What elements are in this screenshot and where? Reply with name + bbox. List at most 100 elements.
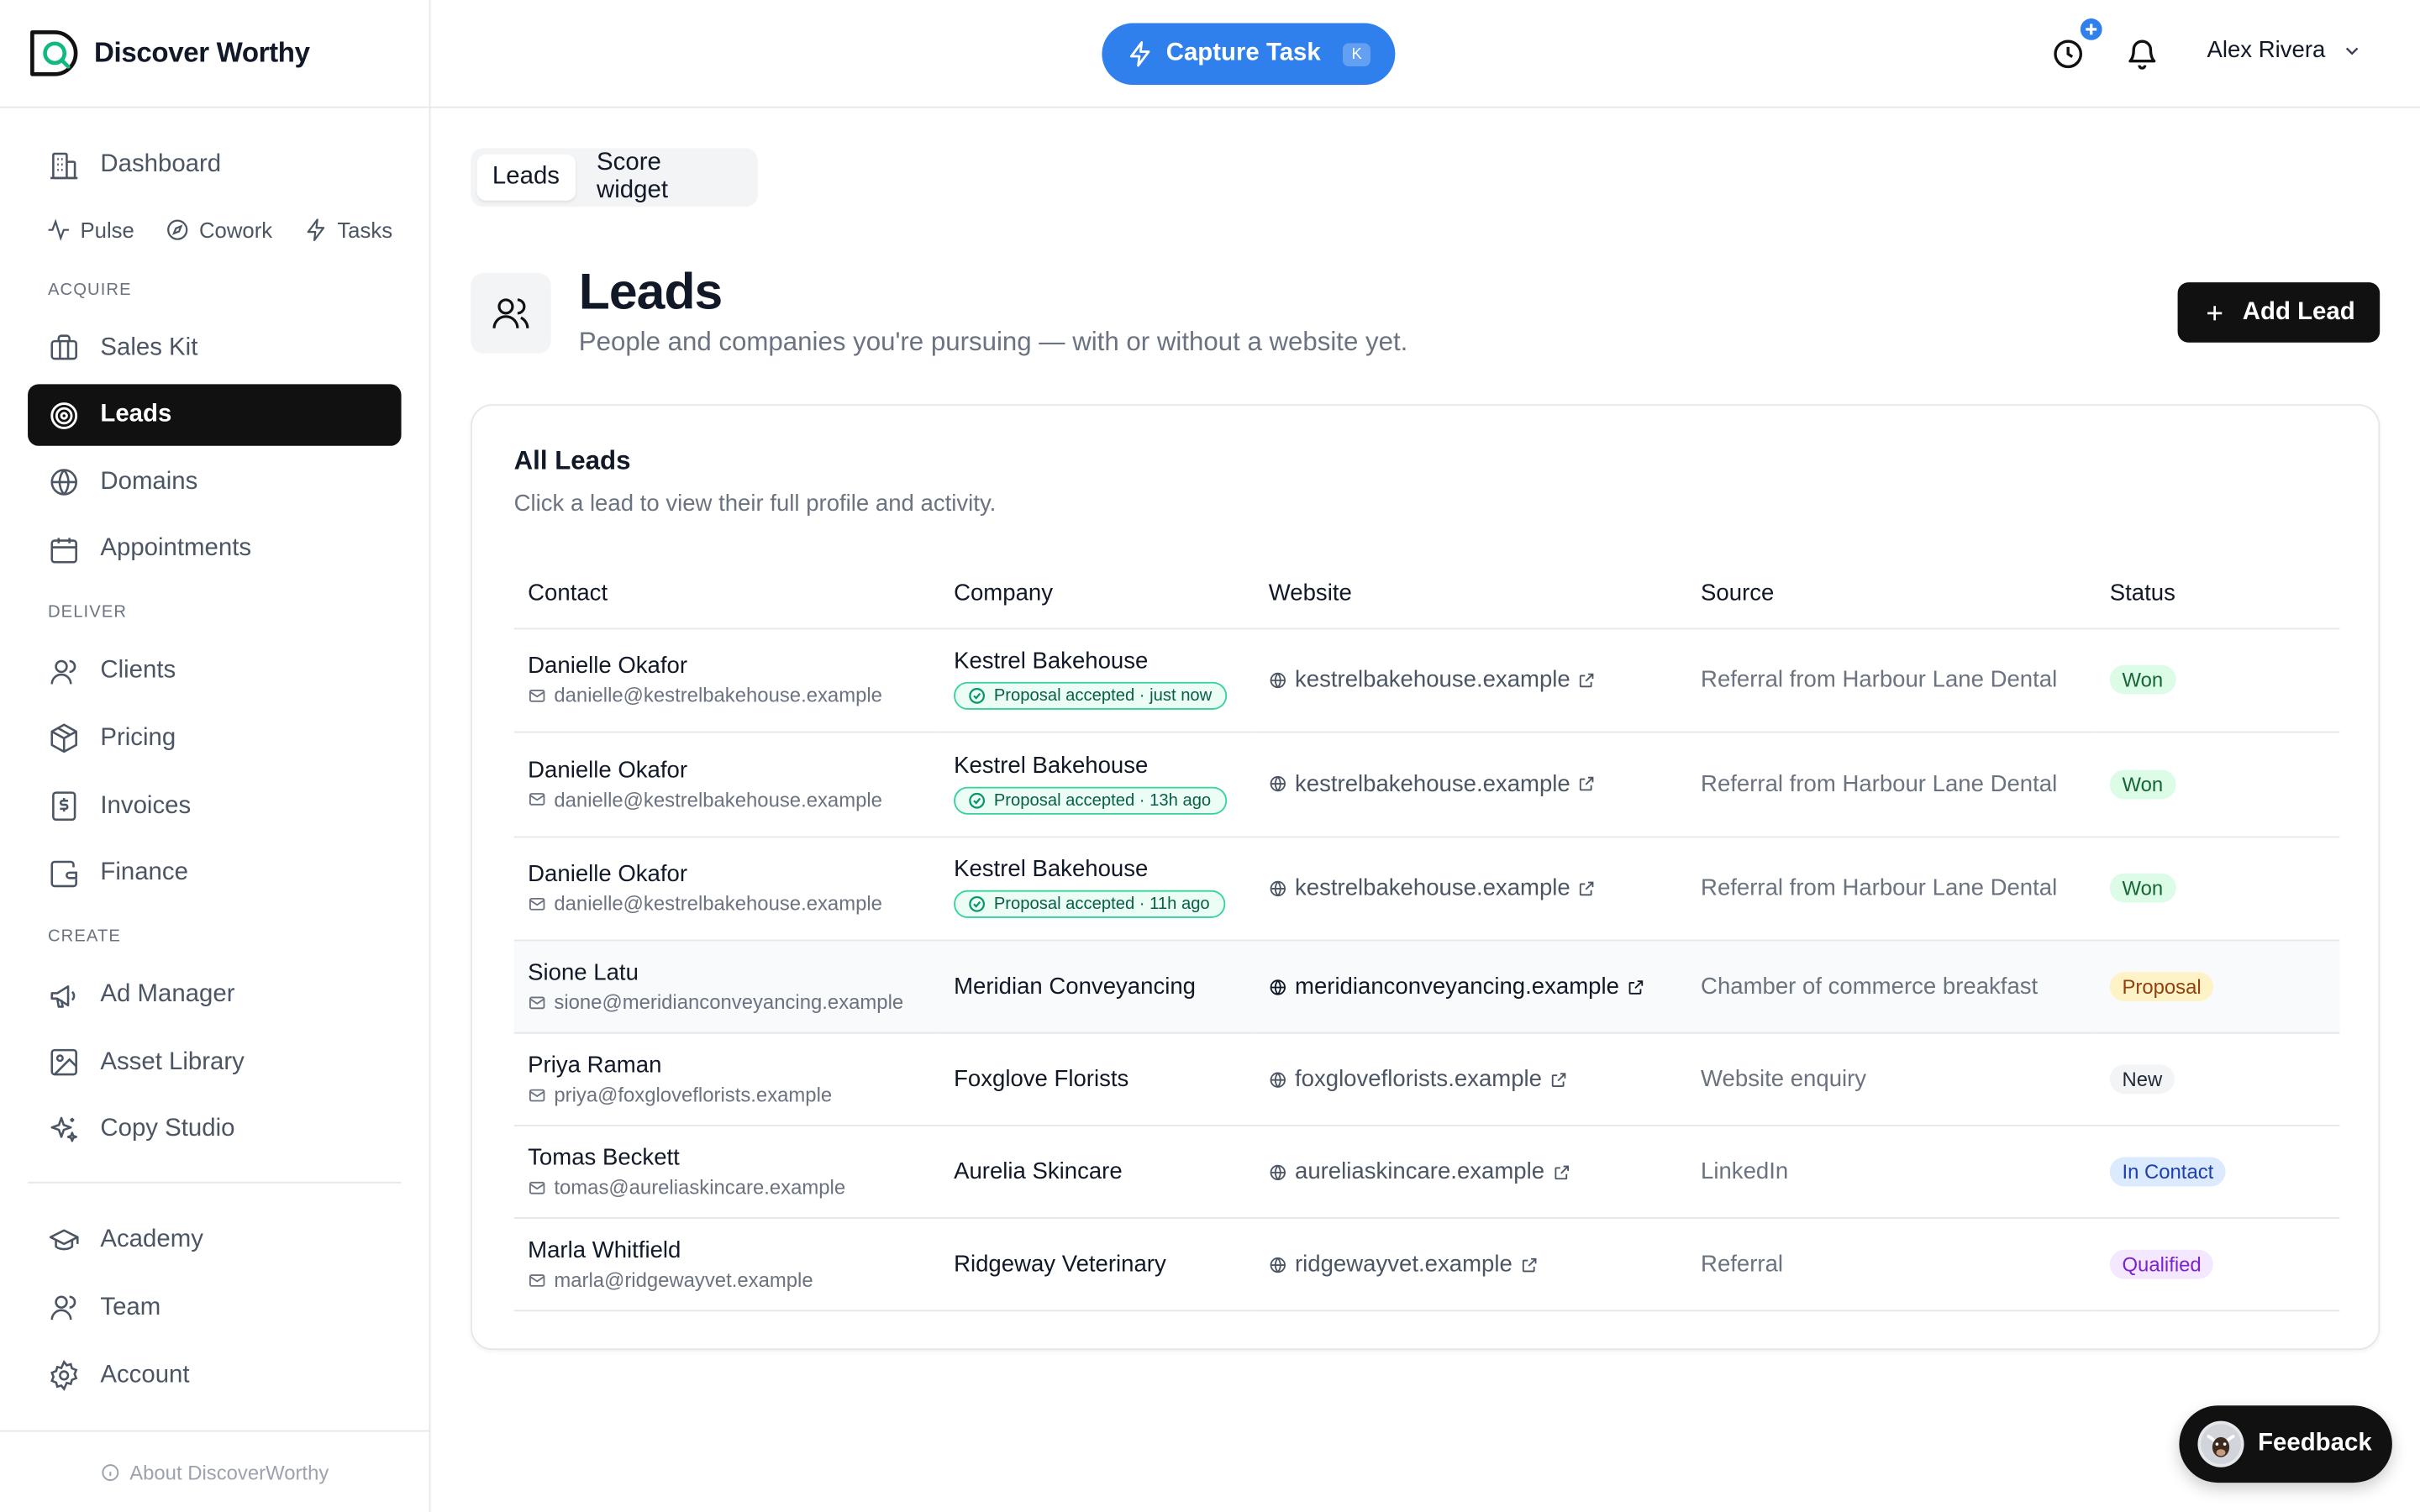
contact-cell: Priya Raman priya@foxgloveflorists.exampl… <box>513 1032 940 1126</box>
website-text: foxgloveflorists.example <box>1294 1066 1543 1093</box>
sidebar-item-pricing[interactable]: Pricing <box>28 708 401 769</box>
table-body: Danielle Okafor danielle@kestrelbakehouse… <box>513 627 2340 1312</box>
contact-email: sione@meridianconveyancing.example <box>528 990 939 1014</box>
table-row[interactable]: Sione Latu sione@meridianconveyancing.exa… <box>513 940 2340 1034</box>
contact-name: Tomas Beckett <box>528 1144 680 1172</box>
brand-logo-icon <box>30 30 78 76</box>
website-cell: kestrelbakehouse.example <box>1255 836 1687 942</box>
status-badge: Proposal <box>2109 972 2214 1002</box>
sidebar-item-clients[interactable]: Clients <box>28 641 401 702</box>
brand[interactable]: Discover Worthy <box>0 0 429 108</box>
source-cell: Website enquiry <box>1686 1032 2096 1126</box>
user-menu[interactable]: Alex Rivera <box>2207 37 2362 63</box>
company-name: Kestrel Bakehouse <box>954 856 1149 884</box>
pulse-icon <box>48 218 70 241</box>
source-text: Referral from Harbour Lane Dental <box>1701 770 2058 798</box>
briefcase-icon <box>50 334 77 360</box>
sidebar-item-team[interactable]: Team <box>28 1278 401 1339</box>
status-badge: Won <box>2109 769 2175 799</box>
contact-email: marla@ridgewayvet.example <box>528 1268 939 1291</box>
sidebar-item-asset-library[interactable]: Asset Library <box>28 1032 401 1093</box>
sidebar-item-sales-kit[interactable]: Sales Kit <box>28 318 401 379</box>
capture-task-button[interactable]: Capture Task K <box>1102 23 1396 86</box>
website-link[interactable]: foxgloveflorists.example <box>1269 1066 1687 1092</box>
website-link[interactable]: ridgewayvet.example <box>1269 1252 1687 1278</box>
column-header-company: Company <box>939 559 1255 629</box>
table-row[interactable]: Tomas Beckett tomas@aureliaskincare.examp… <box>513 1125 2340 1219</box>
company-cell: Ridgeway Veterinary <box>939 1218 1255 1312</box>
external-link-icon[interactable] <box>1549 1070 1568 1089</box>
sidebar-item-label: Appointments <box>100 536 252 563</box>
sidebar-item-domains[interactable]: Domains <box>28 452 401 513</box>
add-lead-button[interactable]: Add Lead <box>2177 282 2381 343</box>
about-link[interactable]: About DiscoverWorthy <box>0 1430 429 1512</box>
subnav-item-pulse[interactable]: Pulse <box>46 217 134 242</box>
company-name: Kestrel Bakehouse <box>954 648 1149 675</box>
source-text: Referral from Harbour Lane Dental <box>1701 874 2058 902</box>
company-name: Foxglove Florists <box>954 1066 1129 1093</box>
sidebar-item-label: Sales Kit <box>100 333 198 361</box>
proposal-accepted-badge: Proposal accepted · 13h ago <box>954 786 1227 815</box>
sidebar-item-label: Academy <box>100 1226 203 1254</box>
external-link-icon[interactable] <box>1578 879 1597 897</box>
gear-icon <box>50 1359 78 1392</box>
status-cell: Qualified <box>2096 1218 2340 1312</box>
sidebar-item-leads[interactable]: Leads <box>28 384 402 447</box>
mail-icon <box>529 689 545 702</box>
contact-name: Marla Whitfield <box>528 1237 681 1264</box>
contact-name: Danielle Okafor <box>528 757 688 784</box>
sidebar-item-copy-studio[interactable]: Copy Studio <box>28 1099 401 1160</box>
contact-email: priya@foxgloveflorists.example <box>528 1083 939 1106</box>
table-row[interactable]: Priya Raman priya@foxgloveflorists.exampl… <box>513 1032 2340 1126</box>
website-link[interactable]: aureliaskincare.example <box>1269 1158 1687 1185</box>
sidebar-item-finance[interactable]: Finance <box>28 843 401 904</box>
status-cell: Proposal <box>2096 940 2340 1034</box>
status-badge: New <box>2109 1064 2175 1095</box>
sidebar-item-appointments[interactable]: Appointments <box>28 519 401 580</box>
sidebar-item-account[interactable]: Account <box>28 1345 401 1406</box>
sidebar-item-academy[interactable]: Academy <box>28 1210 401 1272</box>
website-link[interactable]: meridianconveyancing.example <box>1269 974 1687 1000</box>
sidebar-item-invoices[interactable]: Invoices <box>28 775 401 837</box>
website-cell: ridgewayvet.example <box>1255 1218 1687 1312</box>
table-row[interactable]: Danielle Okafor danielle@kestrelbakehouse… <box>513 627 2340 733</box>
external-link-icon[interactable] <box>1627 978 1645 996</box>
table-row[interactable]: Danielle Okafor danielle@kestrelbakehouse… <box>513 836 2340 942</box>
calendar-icon <box>50 538 77 564</box>
table-row[interactable]: Marla Whitfield marla@ridgewayvet.example… <box>513 1218 2340 1312</box>
source-cell: Referral from Harbour Lane Dental <box>1686 732 2096 837</box>
website-link[interactable]: kestrelbakehouse.example <box>1269 667 1687 693</box>
feedback-button[interactable]: Feedback <box>2179 1405 2392 1483</box>
section-label-create: CREATE <box>47 927 122 947</box>
table-row[interactable]: Danielle Okafor danielle@kestrelbakehouse… <box>513 732 2340 837</box>
sub-navigation: Pulse Cowork Tasks <box>28 202 401 257</box>
external-link-icon[interactable] <box>1552 1163 1570 1181</box>
subnav-label: Tasks <box>337 217 393 242</box>
source-cell: Referral from Harbour Lane Dental <box>1686 627 2096 733</box>
source-text: Chamber of commerce breakfast <box>1701 973 2039 1000</box>
subnav-item-tasks[interactable]: Tasks <box>303 217 393 242</box>
subnav-item-cowork[interactable]: Cowork <box>166 217 272 242</box>
website-link[interactable]: kestrelbakehouse.example <box>1269 771 1687 797</box>
target-icon <box>50 402 78 429</box>
bell-icon[interactable] <box>2125 37 2159 71</box>
section-label-deliver: DELIVER <box>47 603 128 622</box>
invoice-dollar-icon <box>52 791 76 822</box>
sidebar-item-ad-manager[interactable]: Ad Manager <box>28 964 401 1026</box>
sidebar-item-dashboard[interactable]: Dashboard <box>28 134 401 196</box>
external-link-icon[interactable] <box>1578 671 1597 690</box>
external-link-icon[interactable] <box>1520 1255 1539 1273</box>
tab-leads[interactable]: Leads <box>476 154 576 201</box>
tab-score-widget[interactable]: Score widget <box>581 150 752 203</box>
plus-icon <box>2207 305 2223 320</box>
proposal-accepted-badge: Proposal accepted · just now <box>954 682 1228 711</box>
subnav-label: Pulse <box>80 217 134 242</box>
clock-icon[interactable] <box>2051 37 2085 71</box>
globe-icon <box>1270 1163 1286 1180</box>
sidebar-item-label: Dashboard <box>100 150 222 178</box>
leads-card: All Leads Click a lead to view their ful… <box>471 404 2381 1351</box>
website-link[interactable]: kestrelbakehouse.example <box>1269 875 1687 901</box>
external-link-icon[interactable] <box>1578 774 1597 793</box>
sidebar-item-label: Invoices <box>100 792 192 819</box>
company-cell: Aurelia Skincare <box>939 1125 1255 1219</box>
